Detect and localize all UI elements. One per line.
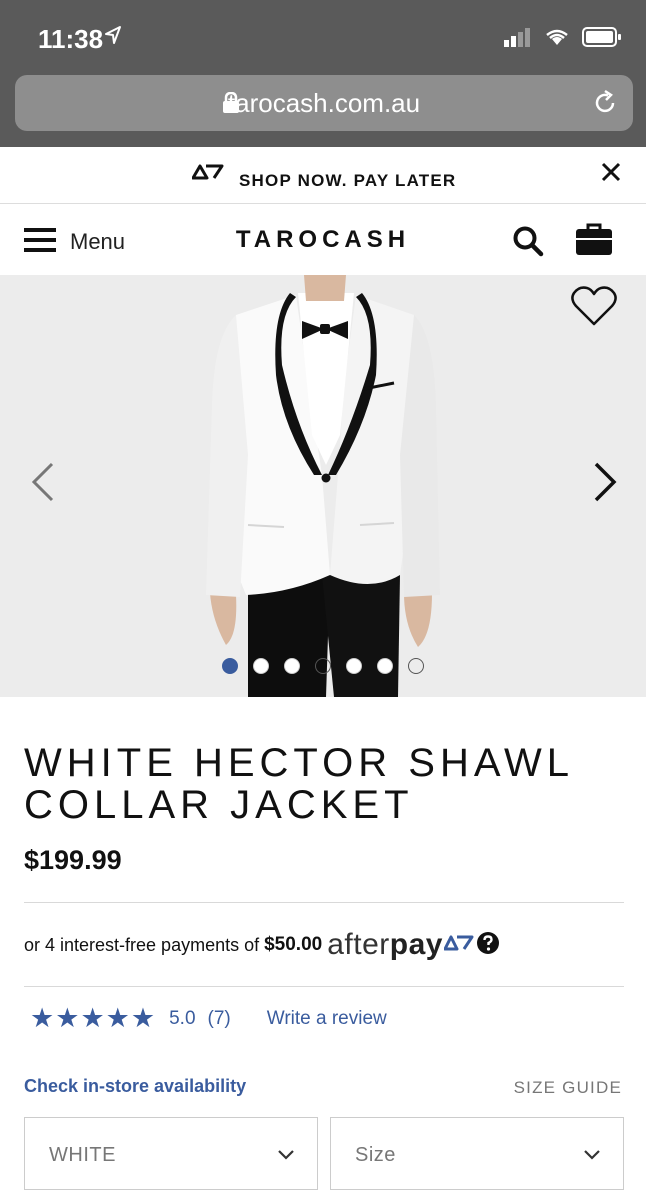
reload-icon[interactable] <box>591 89 619 122</box>
rating-row: ★ ★ ★ ★ ★ 5.0 (7) Write a review <box>30 1005 387 1032</box>
help-icon[interactable] <box>476 931 500 960</box>
star-icon: ★ <box>55 1003 80 1034</box>
star-icon: ★ <box>30 1003 55 1034</box>
browser-chrome: 11:38 tarocash.com.au <box>0 0 646 147</box>
product-title: WHITE HECTOR SHAWL COLLAR JACKET <box>24 741 573 827</box>
wifi-icon <box>544 27 570 52</box>
url-text: tarocash.com.au <box>227 88 421 118</box>
status-icons <box>504 26 622 53</box>
location-arrow-icon <box>104 24 122 51</box>
search-icon[interactable] <box>512 225 544 262</box>
check-store-link[interactable]: Check in-store availability <box>24 1076 246 1097</box>
product-image-gallery[interactable] <box>0 275 646 697</box>
afterpay-logo-right: pay <box>389 928 443 961</box>
shopping-bag-icon[interactable] <box>575 222 613 261</box>
promo-text: SHOP NOW. PAY LATER <box>239 171 457 190</box>
close-icon[interactable] <box>598 159 624 185</box>
star-rating[interactable]: ★ ★ ★ ★ ★ <box>30 1005 155 1032</box>
afterpay-text: or 4 interest-free payments of <box>24 934 260 955</box>
afterpay-logo-left: after <box>327 928 390 961</box>
carousel-dot[interactable] <box>315 658 331 674</box>
divider <box>24 986 624 987</box>
product-image <box>206 275 440 697</box>
star-icon: ★ <box>105 1003 130 1034</box>
product-price: $199.99 <box>24 845 122 875</box>
afterpay-mark-icon <box>191 163 224 186</box>
colour-select-value: WHITE <box>49 1144 116 1166</box>
size-select-value: Size <box>355 1144 396 1166</box>
afterpay-mark-icon <box>443 934 474 957</box>
divider <box>24 902 624 903</box>
star-icon: ★ <box>130 1003 156 1034</box>
chevron-right-icon[interactable] <box>590 461 620 508</box>
write-review-link[interactable]: Write a review <box>267 1008 387 1030</box>
signal-icon <box>504 27 532 52</box>
colour-select[interactable]: WHITE <box>24 1117 318 1190</box>
brand-logo[interactable]: TAROCASH <box>0 226 646 254</box>
address-bar[interactable]: tarocash.com.au <box>15 75 633 131</box>
carousel-dot[interactable] <box>408 658 424 674</box>
chevron-down-icon <box>277 1148 295 1166</box>
rating-value: 5.0 <box>169 1007 196 1029</box>
chevron-left-icon[interactable] <box>28 461 58 508</box>
rating-count[interactable]: (7) <box>208 1008 231 1030</box>
afterpay-info: or 4 interest-free payments of $50.00 af… <box>24 928 500 962</box>
battery-icon <box>582 26 622 53</box>
carousel-dot[interactable] <box>284 658 300 674</box>
chevron-down-icon <box>583 1148 601 1166</box>
carousel-dot[interactable] <box>253 658 269 674</box>
afterpay-logo: afterpay <box>327 928 443 962</box>
site-header: Menu TAROCASH <box>0 205 646 275</box>
size-select[interactable]: Size <box>330 1117 624 1190</box>
afterpay-amount: $50.00 <box>264 934 323 955</box>
carousel-dot[interactable] <box>377 658 393 674</box>
carousel-dot[interactable] <box>222 658 238 674</box>
status-time: 11:38 <box>38 24 104 54</box>
carousel-dot[interactable] <box>346 658 362 674</box>
star-icon: ★ <box>80 1003 105 1034</box>
heart-icon[interactable] <box>570 285 618 332</box>
promo-banner: SHOP NOW. PAY LATER <box>0 147 646 204</box>
carousel-dots <box>222 658 424 674</box>
size-guide-link[interactable]: SIZE GUIDE <box>514 1078 622 1098</box>
